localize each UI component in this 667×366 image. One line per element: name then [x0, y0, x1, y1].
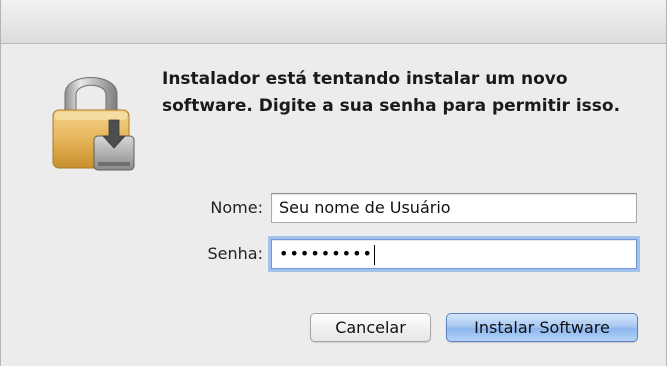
password-mask: ••••••••• [279, 244, 373, 263]
name-label: Nome: [210, 198, 263, 217]
cancel-button[interactable]: Cancelar [310, 313, 431, 342]
install-software-button[interactable]: Instalar Software [446, 313, 638, 342]
name-field-value: Seu nome de Usuário [279, 198, 451, 217]
name-row: Nome: Seu nome de Usuário [1, 193, 667, 225]
lock-installer-icon [48, 64, 138, 174]
name-field[interactable]: Seu nome de Usuário [271, 193, 637, 223]
title-bar[interactable] [1, 0, 666, 44]
text-caret [373, 244, 375, 265]
password-field[interactable]: ••••••••• [271, 239, 637, 269]
auth-dialog: Instalador está tentando instalar um nov… [0, 0, 667, 366]
dialog-message: Instalador está tentando instalar um nov… [162, 69, 621, 116]
password-row: Senha: ••••••••• [1, 239, 667, 271]
password-label: Senha: [207, 244, 263, 263]
